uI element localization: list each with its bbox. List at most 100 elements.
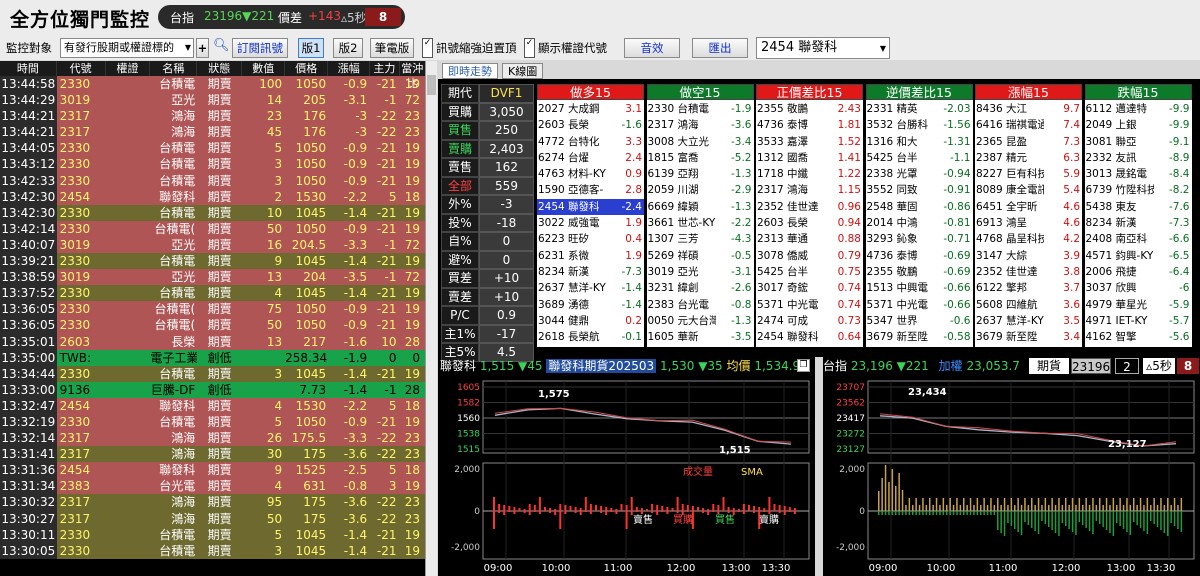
table-row[interactable]: 13:30:11 2330 台積電 期賣 5 1045 -1.4 -21 19 bbox=[0, 526, 425, 543]
signal-pin-checkbox[interactable]: ✓ bbox=[422, 38, 433, 58]
col-time[interactable]: 時間 bbox=[0, 61, 57, 76]
ranking-item[interactable]: 3231 緯創 -2.6 bbox=[647, 280, 754, 296]
table-row[interactable]: 13:32:14 2317 鴻海 期賣 26 175.5 -3.3 -22 23 bbox=[0, 430, 425, 447]
ranking-item[interactable]: 2027 大成鋼 3.1 bbox=[537, 101, 644, 117]
ranking-title[interactable]: 跌幅15 bbox=[1084, 84, 1192, 100]
table-row[interactable]: 13:39:21 2330 台積電 期賣 9 1045 -1.4 -21 19 bbox=[0, 253, 425, 270]
table-row[interactable]: 13:37:52 2330 台積電 期賣 4 1045 -1.4 -21 19 bbox=[0, 285, 425, 302]
ranking-item[interactable]: 3019 亞光 -3.1 bbox=[647, 264, 754, 280]
table-row[interactable]: 13:44:05 2330 台積電 期賣 5 1050 -0.9 -21 19 bbox=[0, 140, 425, 157]
col-name[interactable]: 名稱 bbox=[150, 61, 198, 76]
table-row[interactable]: 13:33:00 9136 巨騰-DF 創低 7.73 -1.4 -1 28 bbox=[0, 381, 425, 398]
table-row[interactable]: 13:36:05 2330 台積電(期賣 75 1050 -0.9 -21 19 bbox=[0, 301, 425, 318]
sound-button[interactable]: 音效 bbox=[624, 38, 680, 58]
table-row[interactable]: 13:31:41 2317 鴻海 期賣 30 175 -3.6 -22 23 bbox=[0, 446, 425, 463]
ranking-item[interactable]: 4736 泰博 1.81 bbox=[756, 117, 863, 133]
table-row[interactable]: 13:43:12 2330 台積電 期賣 3 1050 -0.9 -21 19 bbox=[0, 156, 425, 173]
ranking-item[interactable]: 2387 精元 6.3 bbox=[975, 150, 1082, 166]
table-row[interactable]: 13:35:00 TWB: 電子工業 創低 258.34 -1.9 0 0 bbox=[0, 349, 425, 366]
ranking-item[interactable]: 2352 佳世達 3.8 bbox=[975, 264, 1082, 280]
ranking-item[interactable]: 2317 鴻海 1.15 bbox=[756, 182, 863, 198]
ranking-title[interactable]: 正價差比15 bbox=[756, 84, 863, 100]
col-change[interactable]: 漲幅 bbox=[328, 61, 371, 76]
table-row[interactable]: 13:30:32 2317 鴻海 期賣 95 175 -3.6 -22 23 bbox=[0, 494, 425, 511]
chevron-down-icon[interactable]: ▼ bbox=[880, 39, 886, 59]
table-row[interactable]: 13:42:30 2330 台積電 期賣 10 1045 -1.4 -21 19 bbox=[0, 204, 425, 221]
restore-icon[interactable]: ❐ bbox=[797, 359, 810, 372]
ranking-item[interactable]: 2383 台光電 -0.8 bbox=[647, 297, 754, 313]
ranking-item[interactable]: 2454 聯發科 -2.4 bbox=[537, 198, 644, 216]
table-row[interactable]: 13:30:05 2330 台積電 期賣 3 1045 -1.4 -21 19 bbox=[0, 542, 425, 559]
search-icon[interactable]: 🔍︎ bbox=[213, 38, 230, 58]
ranking-item[interactable]: 5608 四維航 3.6 bbox=[975, 297, 1082, 313]
show-warrant-checkbox[interactable]: ✓ bbox=[524, 38, 535, 58]
ranking-item[interactable]: 6913 鴻呈 4.6 bbox=[975, 215, 1082, 231]
ranking-item[interactable]: 8234 新漢 -7.3 bbox=[537, 264, 644, 280]
ranking-item[interactable]: 0050 元大台灣 -1.3 bbox=[647, 313, 754, 329]
table-row[interactable]: 13:44:58 2330 台積電 期賣 100 1050 -0.9 -21 19 bbox=[0, 76, 425, 93]
table-row[interactable]: 13:44:21 2317 鴻海 期賣 45 176 -3 -22 23 bbox=[0, 124, 425, 141]
ranking-item[interactable]: 3044 健鼎 0.2 bbox=[537, 313, 644, 329]
ranking-item[interactable]: 2548 華固 -0.86 bbox=[866, 199, 973, 215]
ranking-item[interactable]: 3147 大綜 3.9 bbox=[975, 248, 1082, 264]
table-row[interactable]: 13:40:07 3019 亞光 期賣 16 204.5 -3.3 -1 72 bbox=[0, 236, 425, 254]
ranking-item[interactable]: 1815 富喬 -5.2 bbox=[647, 150, 754, 166]
ranking-item[interactable]: 6416 瑞祺電通 7.4 bbox=[975, 117, 1082, 133]
ranking-item[interactable]: 3533 嘉澤 1.52 bbox=[756, 134, 863, 150]
ranking-item[interactable]: 5347 世界 -0.6 bbox=[866, 313, 973, 329]
ranking-item[interactable]: 6231 系微 1.9 bbox=[537, 248, 644, 264]
ranking-item[interactable]: 2332 友訊 -8.9 bbox=[1085, 150, 1192, 166]
ranking-item[interactable]: 4162 智擎 -5.6 bbox=[1085, 329, 1192, 345]
ranking-item[interactable]: 5269 祥碩 -0.5 bbox=[647, 248, 754, 264]
ranking-item[interactable]: 1513 中興電 -0.66 bbox=[866, 280, 973, 296]
ranking-item[interactable]: 3037 欣興 -6 bbox=[1085, 280, 1192, 296]
stock-intraday-chart[interactable]: 1605 1582 1560 1538 1515 2,000 0 -2,000 09:00 10:… bbox=[443, 377, 813, 573]
ranking-item[interactable]: 2014 中鴻 -0.81 bbox=[866, 215, 973, 231]
ranking-item[interactable]: 1590 亞德客- 2.8 bbox=[537, 182, 644, 198]
ranking-item[interactable]: 3532 台勝科 -1.56 bbox=[866, 117, 973, 133]
table-row[interactable]: 13:31:36 2454 聯發科 期賣 9 1525 -2.5 5 18 bbox=[0, 462, 425, 479]
col-warrant[interactable]: 權證 bbox=[106, 61, 151, 76]
col-daytrade[interactable]: 當沖比 bbox=[400, 61, 425, 90]
ranking-item[interactable]: 8227 巨有科技 5.9 bbox=[975, 166, 1082, 182]
col-status[interactable]: 狀態 bbox=[197, 61, 243, 76]
ranking-item[interactable]: 2059 川湖 -2.9 bbox=[647, 182, 754, 198]
ranking-item[interactable]: 3078 僑威 0.79 bbox=[756, 248, 863, 264]
ranking-item[interactable]: 5371 中光電 -0.66 bbox=[866, 297, 973, 313]
ranking-title[interactable]: 漲幅15 bbox=[975, 84, 1082, 100]
ranking-item[interactable]: 1312 國喬 1.41 bbox=[756, 150, 863, 166]
scrollbar-thumb[interactable] bbox=[427, 75, 436, 95]
index-intraday-chart[interactable]: 23707 23562 23417 23272 23127 2,000 0 -2,000 09:… bbox=[828, 377, 1198, 573]
ranking-item[interactable]: 3552 同致 -0.91 bbox=[866, 182, 973, 198]
add-icon[interactable]: + bbox=[196, 38, 209, 58]
export-button[interactable]: 匯出 bbox=[692, 38, 748, 58]
ranking-item[interactable]: 6451 全宇昕 4.6 bbox=[975, 199, 1082, 215]
ranking-item[interactable]: 3689 湧德 -1.4 bbox=[537, 297, 644, 313]
ranking-item[interactable]: 2313 華通 0.88 bbox=[756, 231, 863, 247]
ranking-title[interactable]: 逆價差比15 bbox=[865, 84, 973, 100]
ranking-item[interactable]: 2474 可成 0.73 bbox=[756, 313, 863, 329]
ranking-item[interactable]: 2338 光罩 -0.94 bbox=[866, 166, 973, 182]
col-qty[interactable]: 數值 bbox=[242, 61, 286, 76]
tab-realtime[interactable]: 即時走勢 bbox=[442, 63, 498, 79]
tab-kline[interactable]: K線圖 bbox=[502, 63, 544, 79]
ranking-item[interactable]: 2317 鴻海 -3.6 bbox=[647, 117, 754, 133]
table-row[interactable]: 13:31:34 2383 台光電 期賣 4 631 -0.8 3 19 bbox=[0, 478, 425, 495]
ranking-item[interactable]: 2603 長榮 0.94 bbox=[756, 215, 863, 231]
notebook-layout-button[interactable]: 筆電版 bbox=[370, 38, 414, 58]
table-row[interactable]: 13:42:30 2454 聯發科 期賣 2 1530 -2.2 5 18 bbox=[0, 188, 425, 205]
ranking-item[interactable]: 2637 慧洋-KY 3.5 bbox=[975, 313, 1082, 329]
ranking-item[interactable]: 8234 新漢 -7.3 bbox=[1085, 215, 1192, 231]
ranking-item[interactable]: 5371 中光電 0.74 bbox=[756, 297, 863, 313]
ranking-item[interactable]: 2454 聯發科 0.64 bbox=[756, 329, 863, 345]
ranking-item[interactable]: 1316 和大 -1.31 bbox=[866, 134, 973, 150]
ranking-item[interactable]: 4571 鈞興-KY -6.5 bbox=[1085, 248, 1192, 264]
ranking-item[interactable]: 8089 康全電訊 5.4 bbox=[975, 182, 1082, 198]
ranking-item[interactable]: 3679 新至陞 3.4 bbox=[975, 329, 1082, 345]
col-mainforce[interactable]: 主力 bbox=[370, 61, 400, 76]
table-row[interactable]: 13:30:27 2317 鴻海 期賣 50 175 -3.6 -22 23 bbox=[0, 510, 425, 527]
subscribe-button[interactable]: 訂閱訊號 bbox=[232, 38, 288, 58]
ranking-item[interactable]: 3017 奇鋐 0.74 bbox=[756, 280, 863, 296]
ranking-item[interactable]: 6223 旺矽 0.4 bbox=[537, 231, 644, 247]
ranking-item[interactable]: 2049 上銀 -9.9 bbox=[1085, 117, 1192, 133]
